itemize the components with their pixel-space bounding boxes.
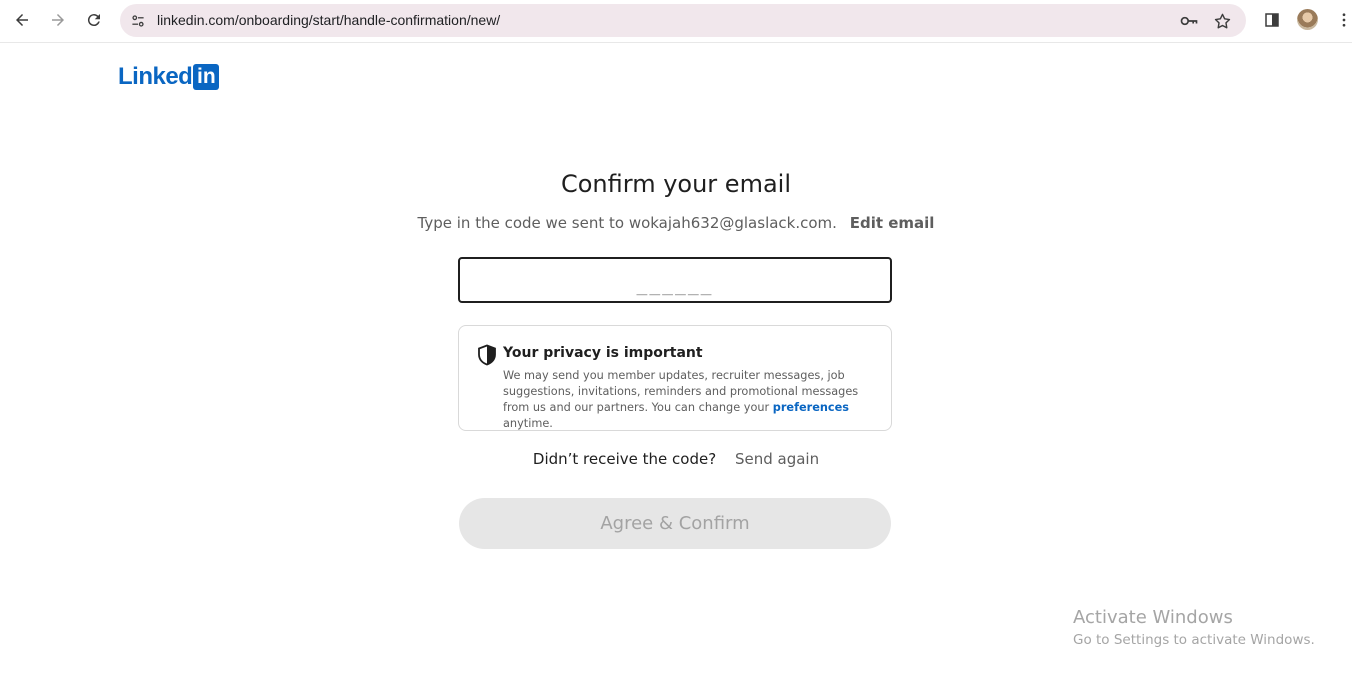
privacy-title: Your privacy is important bbox=[503, 345, 703, 361]
verification-code-input[interactable] bbox=[458, 257, 892, 303]
send-again-link[interactable]: Send again bbox=[735, 450, 819, 468]
back-arrow-icon bbox=[16, 14, 28, 26]
logo-wordmark: Linked bbox=[118, 63, 193, 90]
subtitle-text: Type in the code we sent to wokajah632@g… bbox=[417, 214, 837, 232]
forward-button[interactable] bbox=[44, 6, 72, 34]
url-text[interactable]: linkedin.com/onboarding/start/handle-con… bbox=[157, 12, 500, 28]
resend-row: Didn’t receive the code? Send again bbox=[0, 450, 1352, 468]
logo-in-box: in bbox=[193, 64, 220, 90]
menu-kebab-icon[interactable] bbox=[1332, 8, 1352, 32]
watermark-subtitle: Go to Settings to activate Windows. bbox=[1073, 632, 1315, 648]
privacy-body-end: anytime. bbox=[503, 417, 553, 430]
site-info-icon[interactable] bbox=[128, 11, 148, 31]
bookmark-star-icon[interactable] bbox=[1211, 10, 1233, 32]
shield-icon bbox=[478, 344, 496, 366]
page-title: Confirm your email bbox=[560, 170, 791, 198]
address-bar[interactable]: linkedin.com/onboarding/start/handle-con… bbox=[120, 4, 1246, 37]
linkedin-logo[interactable]: Linked in bbox=[118, 63, 220, 90]
privacy-body: We may send you member updates, recruite… bbox=[503, 368, 873, 432]
privacy-notice: Your privacy is important We may send yo… bbox=[458, 325, 892, 431]
subtitle: Type in the code we sent to wokajah632@g… bbox=[0, 214, 1352, 232]
preferences-link[interactable]: preferences bbox=[773, 401, 849, 414]
activate-windows-watermark: Activate Windows Go to Settings to activ… bbox=[1073, 607, 1315, 648]
edit-email-link[interactable]: Edit email bbox=[850, 214, 935, 232]
side-panel-icon[interactable] bbox=[1260, 8, 1284, 32]
page-content: Linked in Confirm your email Type in the… bbox=[0, 44, 1352, 680]
watermark-title: Activate Windows bbox=[1073, 607, 1233, 628]
agree-confirm-button[interactable]: Agree & Confirm bbox=[459, 498, 891, 549]
profile-avatar[interactable] bbox=[1297, 9, 1318, 30]
browser-toolbar: linkedin.com/onboarding/start/handle-con… bbox=[0, 0, 1352, 43]
resend-prompt: Didn’t receive the code? bbox=[532, 450, 717, 468]
back-button[interactable] bbox=[8, 6, 36, 34]
password-key-icon[interactable] bbox=[1178, 10, 1200, 32]
reload-button[interactable] bbox=[80, 6, 108, 34]
reload-icon bbox=[87, 14, 100, 27]
forward-arrow-icon bbox=[52, 14, 64, 26]
